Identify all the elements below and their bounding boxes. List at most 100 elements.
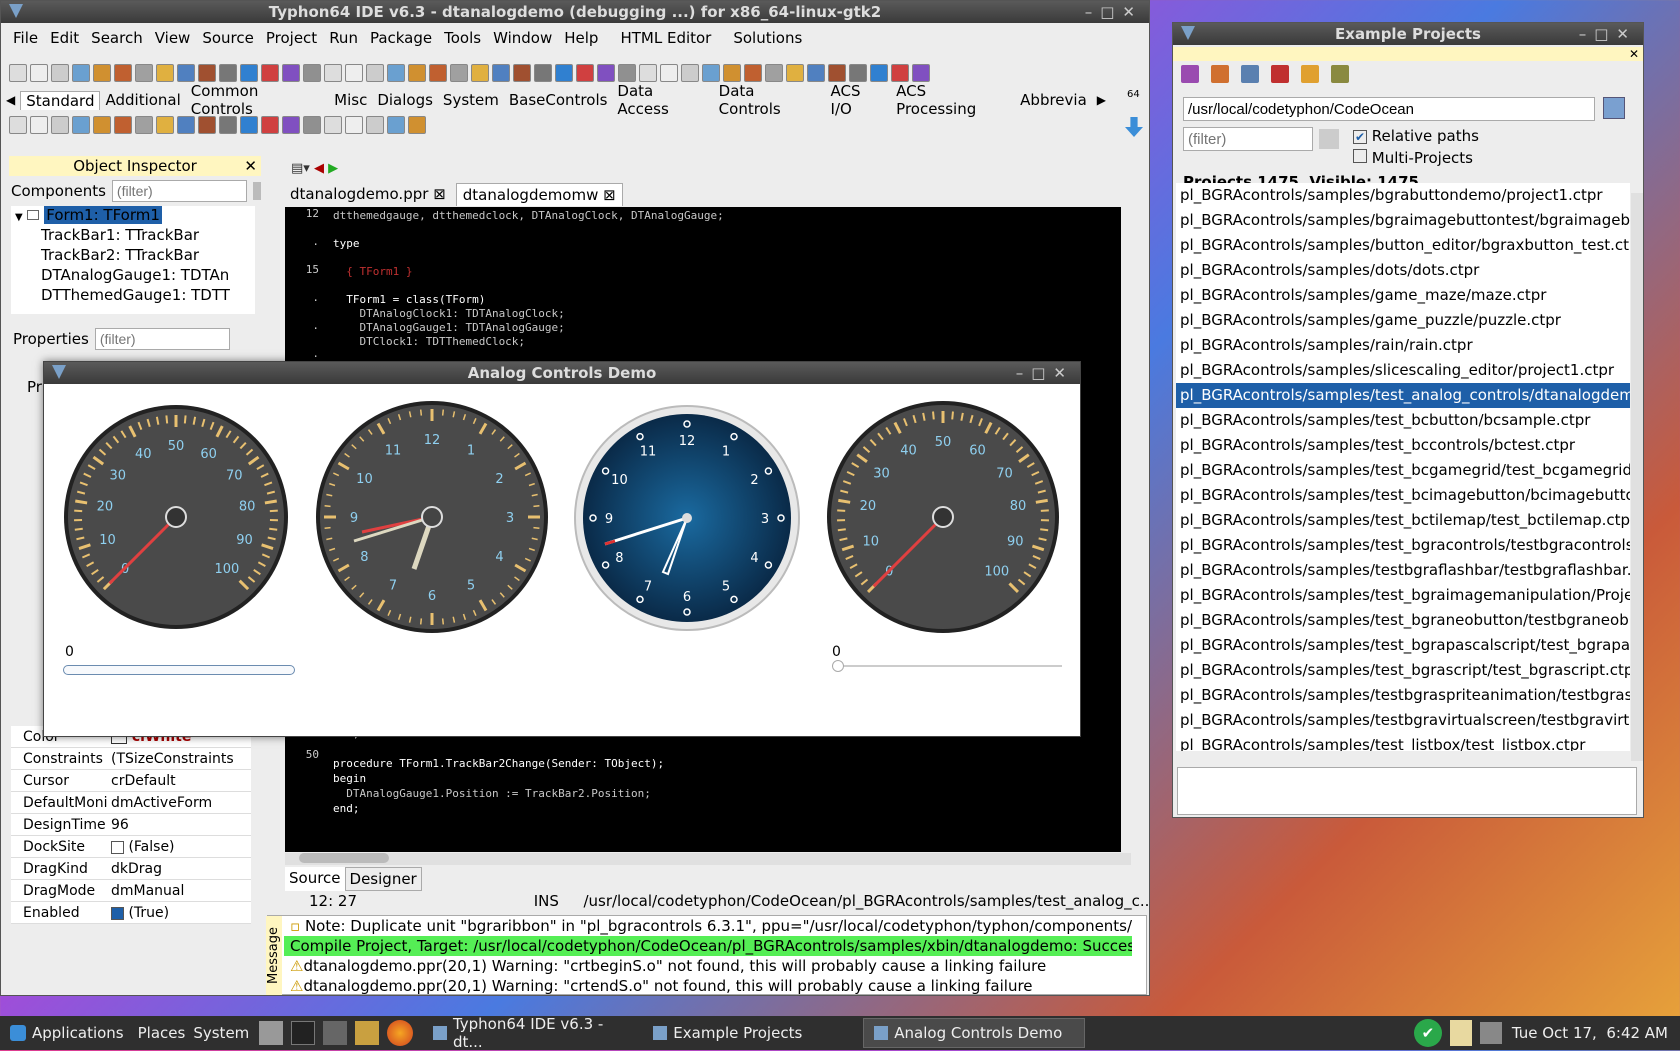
project-list-item[interactable]: pl_BGRAcontrols/samples/rain/rain.ctpr (1176, 333, 1630, 358)
multi-projects-checkbox[interactable]: Multi-Projects (1353, 149, 1473, 167)
toolbar-button-icon[interactable] (240, 64, 258, 82)
menu-project[interactable]: Project (260, 29, 323, 47)
browse-folder-icon[interactable] (1603, 97, 1625, 119)
toolbar-button-icon[interactable] (849, 64, 867, 82)
toolbar-button-icon[interactable] (492, 64, 510, 82)
relative-paths-checkbox[interactable]: ✔ Relative paths (1353, 127, 1479, 145)
toolbar-button-icon[interactable] (597, 64, 615, 82)
editor-hscrollbar[interactable] (285, 853, 1131, 865)
applications-menu[interactable]: Applications (0, 1018, 134, 1048)
toolbar-button-icon[interactable] (282, 116, 300, 134)
toolbar-button-icon[interactable] (72, 64, 90, 82)
copy-icon[interactable] (1241, 65, 1259, 83)
toolbar-button-icon[interactable] (303, 116, 321, 134)
toolbar-button-icon[interactable] (828, 64, 846, 82)
project-list-item[interactable]: pl_BGRAcontrols/samples/test_listbox/tes… (1176, 733, 1630, 751)
project-list-item[interactable]: pl_BGRAcontrols/samples/slicescaling_edi… (1176, 358, 1630, 383)
toolbar-button-icon[interactable] (156, 64, 174, 82)
editor-menu-icon[interactable]: ▤▾ (291, 161, 310, 176)
message-warning[interactable]: ⚠dtanalogdemo.ppr(20,1) Warning: "crtbeg… (284, 956, 1132, 976)
clipboard-icon[interactable] (1450, 1020, 1472, 1046)
close-tab-icon[interactable]: ⊠ (603, 186, 616, 204)
project-list-item[interactable]: pl_BGRAcontrols/samples/testbgravirtuals… (1176, 708, 1630, 733)
menu-package[interactable]: Package (364, 29, 438, 47)
toolbar-button-icon[interactable] (51, 116, 69, 134)
project-list-item[interactable]: pl_BGRAcontrols/samples/game_maze/maze.c… (1176, 283, 1630, 308)
projects-titlebar[interactable]: Example Projects –□✕ (1173, 23, 1643, 45)
project-list-item[interactable]: pl_BGRAcontrols/samples/test_bcimagebutt… (1176, 483, 1630, 508)
tab-misc[interactable]: Misc (329, 91, 372, 109)
tab-designer[interactable]: Designer (345, 867, 422, 891)
project-list-item[interactable]: pl_BGRAcontrols/samples/test_analog_cont… (1176, 383, 1630, 408)
tab-acs-processing[interactable]: ACS Processing (891, 82, 1015, 118)
toolbar-button-icon[interactable] (9, 116, 27, 134)
toolbar-button-icon[interactable] (177, 64, 195, 82)
toolbar-button-icon[interactable] (261, 116, 279, 134)
volume-icon[interactable] (1480, 1022, 1502, 1044)
project-list-item[interactable]: pl_BGRAcontrols/samples/test_bcgamegrid/… (1176, 458, 1630, 483)
toolbar-button-icon[interactable] (660, 64, 678, 82)
trackbar1[interactable] (63, 665, 295, 675)
toolbar-button-icon[interactable] (387, 116, 405, 134)
task-example-projects[interactable]: Example Projects (643, 1018, 863, 1048)
settings-icon[interactable] (1331, 65, 1349, 83)
menu-view[interactable]: View (149, 29, 197, 47)
tab-abbrevia[interactable]: Abbrevia (1015, 91, 1092, 109)
project-list-item[interactable]: pl_BGRAcontrols/samples/button_editor/bg… (1176, 233, 1630, 258)
palette-right-arrow[interactable]: ▶ (1092, 93, 1111, 107)
task-typhon-ide[interactable]: Typhon64 IDE v6.3 - dt... (423, 1018, 643, 1048)
toolbar-button-icon[interactable] (324, 116, 342, 134)
tree-node-trackbar2[interactable]: TrackBar2: TTrackBar (11, 246, 255, 266)
toolbar-button-icon[interactable] (408, 64, 426, 82)
toolbar-button-icon[interactable] (891, 64, 909, 82)
tab-data-controls[interactable]: Data Controls (714, 82, 826, 118)
toolbar-button-icon[interactable] (807, 64, 825, 82)
projects-output[interactable] (1177, 767, 1637, 815)
toolbar-button-icon[interactable] (261, 64, 279, 82)
toolbar-button-icon[interactable] (345, 64, 363, 82)
toolbar-button-icon[interactable] (93, 116, 111, 134)
close-icon[interactable]: ✕ (244, 156, 257, 176)
project-list-item[interactable]: pl_BGRAcontrols/samples/test_bccontrols/… (1176, 433, 1630, 458)
prop-row[interactable]: DragModedmManual (11, 880, 251, 902)
properties-filter-input[interactable] (95, 328, 230, 350)
prop-row[interactable]: DockSite (False) (11, 836, 251, 858)
toolbar-button-icon[interactable] (912, 64, 930, 82)
tab-data-access[interactable]: Data Access (612, 82, 713, 118)
task-analog-demo[interactable]: Analog Controls Demo (863, 1018, 1085, 1048)
tab-dialogs[interactable]: Dialogs (372, 91, 438, 109)
clock[interactable]: Tue Oct 17, 6:42 AM (1512, 1024, 1668, 1042)
toolbar-button-icon[interactable] (870, 64, 888, 82)
message-warning[interactable]: ⚠dtanalogdemo.ppr(20,1) Warning: "crtend… (284, 976, 1132, 996)
menu-edit[interactable]: Edit (44, 29, 85, 47)
toolbar-button-icon[interactable] (471, 64, 489, 82)
toolbar-button-icon[interactable] (156, 116, 174, 134)
toolbar-button-icon[interactable] (702, 64, 720, 82)
project-list-item[interactable]: pl_BGRAcontrols/samples/test_bcbutton/bc… (1176, 408, 1630, 433)
download-arrow-icon[interactable] (1125, 117, 1143, 137)
project-list-item[interactable]: pl_BGRAcontrols/samples/test_bgraimagema… (1176, 583, 1630, 608)
menu-file[interactable]: File (7, 29, 44, 47)
close-tab-icon[interactable]: ⊠ (433, 185, 446, 203)
refresh-icon[interactable] (1181, 65, 1199, 83)
project-list-item[interactable]: pl_BGRAcontrols/samples/dots/dots.ctpr (1176, 258, 1630, 283)
system-menu[interactable]: System (189, 1018, 253, 1048)
toolbar-button-icon[interactable] (303, 64, 321, 82)
toolbar-button-icon[interactable] (723, 64, 741, 82)
project-list-item[interactable]: pl_BGRAcontrols/samples/test_bctilemap/t… (1176, 508, 1630, 533)
toolbar-button-icon[interactable] (408, 116, 426, 134)
file-manager-launcher-icon[interactable] (259, 1021, 283, 1045)
window-controls[interactable]: –□✕ (1085, 1, 1143, 23)
toolbar-button-icon[interactable] (639, 64, 657, 82)
toolbar-button-icon[interactable] (786, 64, 804, 82)
trackbar2[interactable] (832, 665, 1062, 667)
tab-standard[interactable]: Standard (20, 91, 100, 110)
clear-filter-icon[interactable] (253, 182, 261, 200)
toolbar-button-icon[interactable] (177, 116, 195, 134)
toolbar-button-icon[interactable] (219, 116, 237, 134)
prop-row[interactable]: DefaultMonitdmActiveForm (11, 792, 251, 814)
toolbar-button-icon[interactable] (366, 116, 384, 134)
toolbar-button-icon[interactable] (681, 64, 699, 82)
menu-run[interactable]: Run (323, 29, 364, 47)
toolbar-button-icon[interactable] (72, 116, 90, 134)
